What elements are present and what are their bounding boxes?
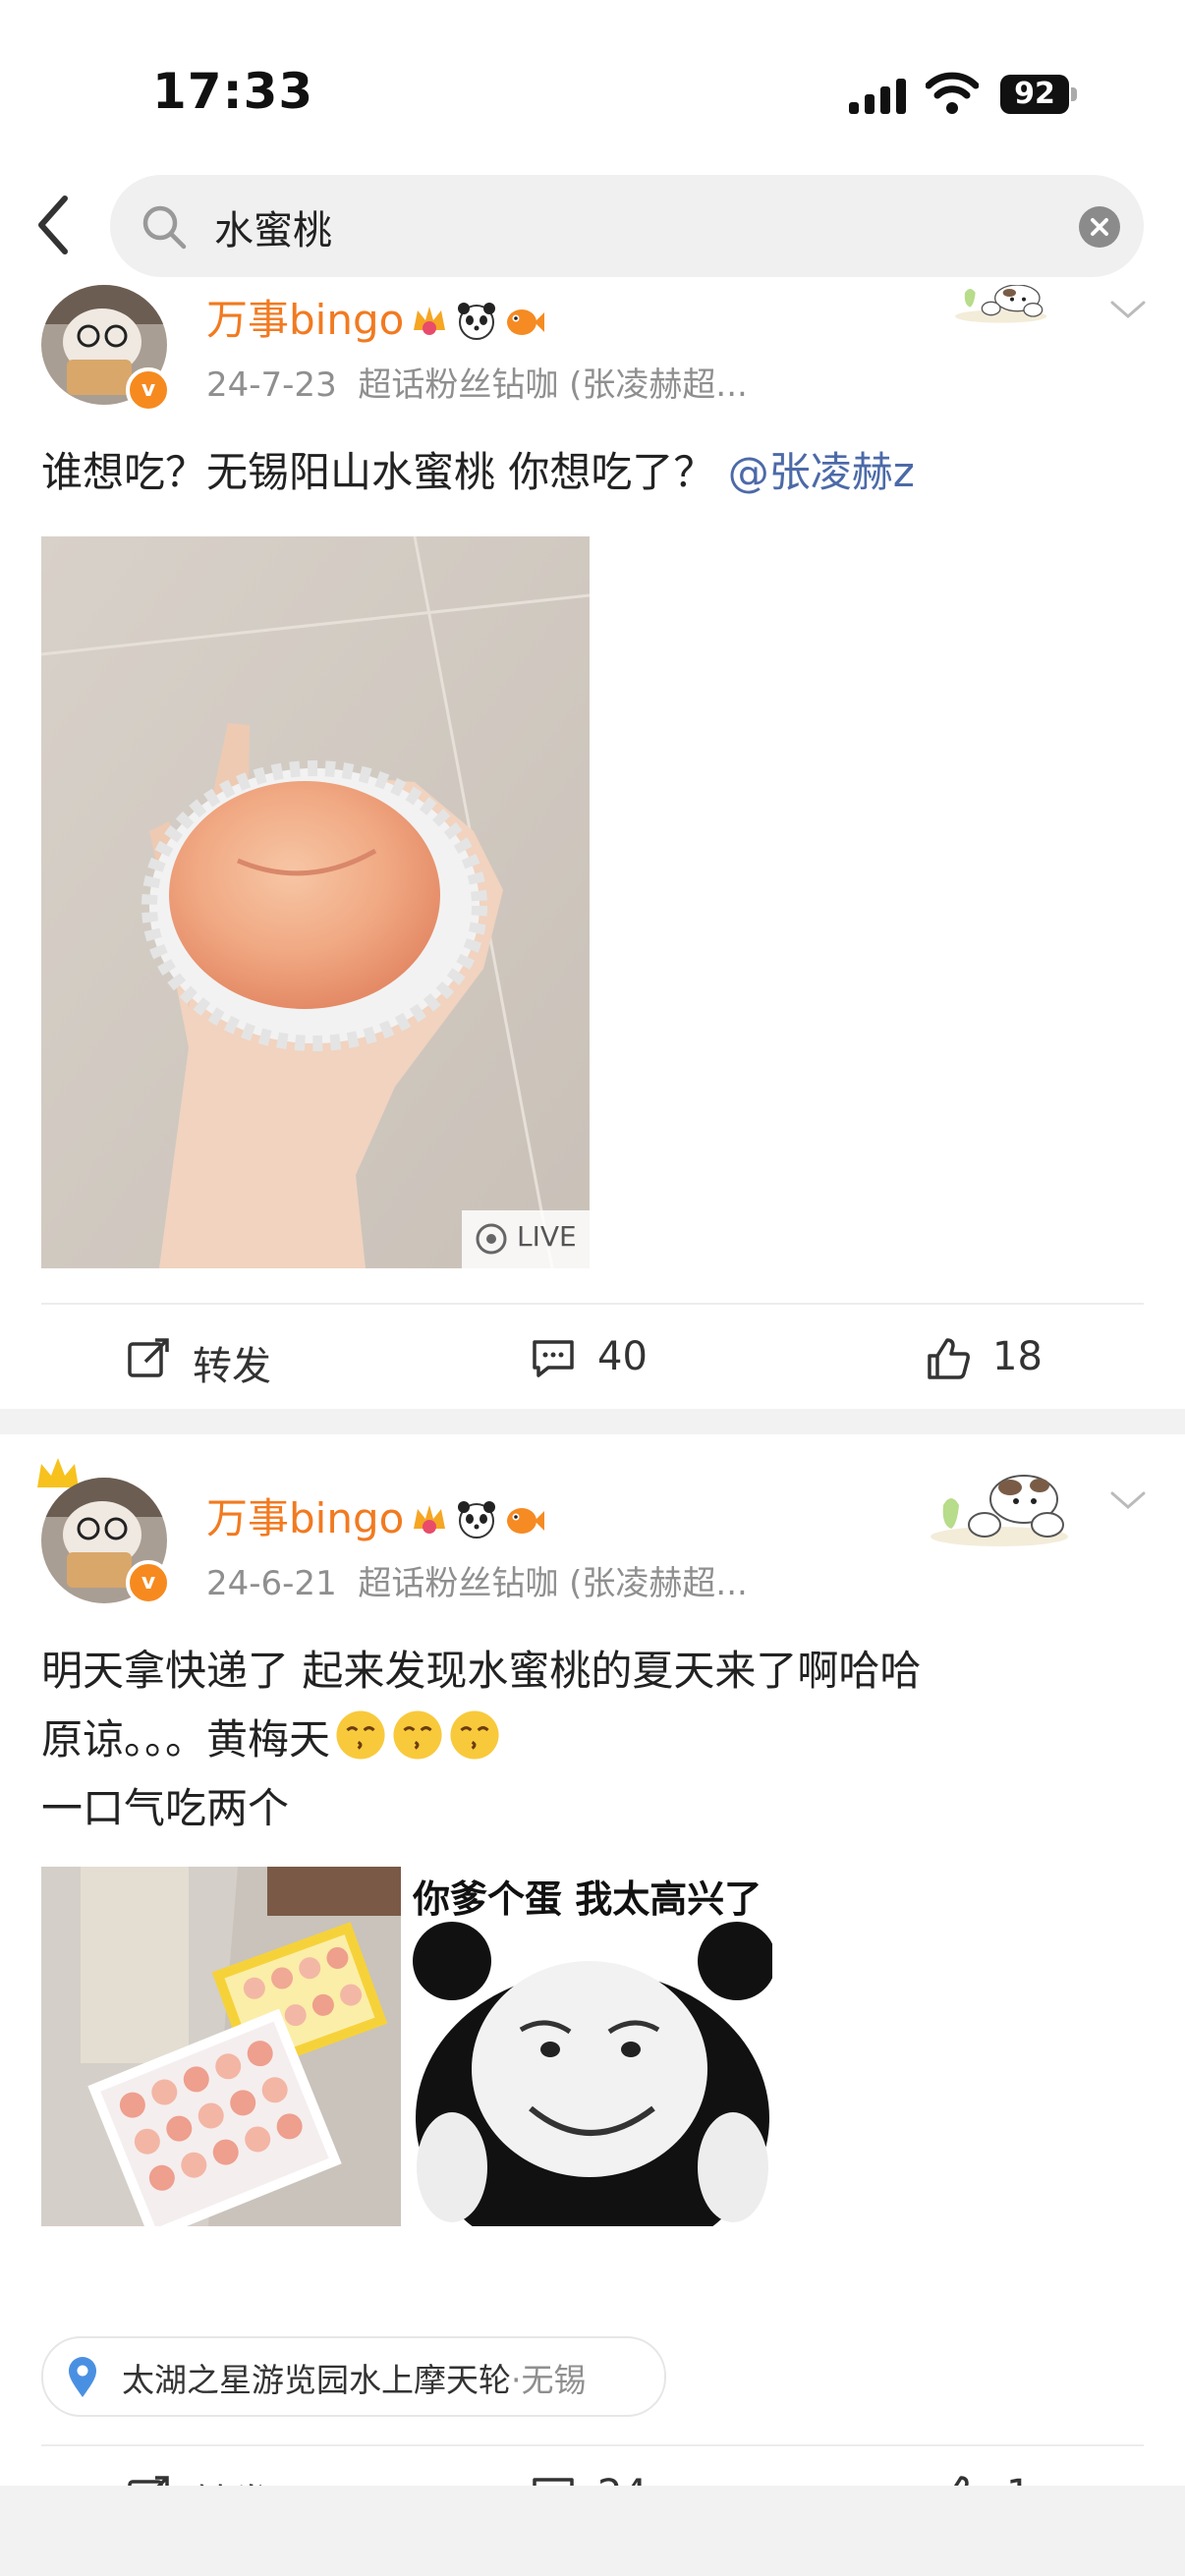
chevron-down-icon[interactable]	[1108, 1489, 1148, 1513]
username[interactable]: 万事bingo	[206, 287, 545, 347]
status-time: 17:33	[152, 63, 314, 120]
post-text-content: 原谅。。。黄梅天	[41, 1715, 331, 1764]
crown-badge-icon	[414, 307, 446, 335]
search-bar[interactable]	[110, 175, 1144, 277]
fish-badge-icon	[507, 1508, 545, 1534]
username-text[interactable]: 万事bingo	[206, 296, 404, 344]
username-text[interactable]: 万事bingo	[206, 1494, 404, 1542]
post-source[interactable]: 超话粉丝钻咖 (张凌赫超...	[358, 1564, 748, 1603]
post-meta: 24-6-21 超话粉丝钻咖 (张凌赫超...	[206, 1556, 748, 1604]
repost-label[interactable]: 转发	[193, 1334, 271, 1391]
weibo-post: v 万事bingo 24-7-23 超话粉丝钻咖 (张凌赫超... 谁想吃？无锡…	[0, 285, 1185, 1405]
verified-badge-icon: v	[126, 1560, 171, 1605]
panda-icon	[458, 303, 496, 340]
cow-sticker-icon	[955, 285, 1047, 323]
bottom-separator	[0, 2486, 1185, 2576]
post-text-line: 一口气吃两个	[41, 1784, 290, 1832]
post-date: 24-6-21	[206, 1564, 337, 1603]
post-image[interactable]	[41, 1867, 401, 2226]
thumbs-up-icon	[928, 1338, 970, 1379]
post-date: 24-7-23	[206, 365, 337, 405]
post-actions: 转发 40 18	[0, 1307, 1185, 1405]
battery-nub	[1071, 87, 1077, 101]
search-header	[0, 167, 1185, 285]
kiss-emoji-icon	[336, 1710, 385, 1760]
clear-search-icon[interactable]	[1079, 206, 1120, 248]
post-text-line: 原谅。。。黄梅天	[41, 1706, 1142, 1774]
like-count[interactable]: 18	[992, 1334, 1043, 1379]
post-text-content: 谁想吃？无锡阳山水蜜桃 你想吃了？	[41, 448, 715, 496]
post-image-meme[interactable]: 你爹个蛋 我太高兴了	[413, 1867, 772, 2226]
fish-badge-icon	[507, 309, 545, 335]
divider	[41, 1303, 1144, 1305]
location-text[interactable]: 太湖之星游览园水上摩天轮·无锡	[122, 2354, 587, 2401]
mention-link[interactable]: @张凌赫z	[728, 448, 915, 496]
status-bar: 17:33 92	[0, 0, 1185, 167]
kiss-emoji-icon	[450, 1710, 499, 1760]
cellular-signal-icon	[849, 79, 906, 114]
post-text: 谁想吃？无锡阳山水蜜桃 你想吃了？ @张凌赫z	[41, 438, 1142, 507]
repost-icon	[128, 1338, 169, 1377]
post-text: 明天拿快递了 起来发现水蜜桃的夏天来了啊哈哈 原谅。。。黄梅天 一口气吃两个	[41, 1637, 1142, 1843]
battery-indicator: 92	[1000, 75, 1077, 114]
weibo-post: v 万事bingo 24-6-21 超话粉丝钻咖 (张凌赫超... 明天拿快递了…	[0, 1434, 1185, 2527]
live-badge: LIVE	[517, 1220, 577, 1253]
battery-level: 92	[1014, 77, 1055, 111]
post-separator	[0, 1409, 1185, 1434]
username[interactable]: 万事bingo	[206, 1485, 545, 1545]
verified-badge-icon: v	[126, 367, 171, 413]
comment-count[interactable]: 40	[597, 1334, 648, 1379]
panda-icon	[458, 1501, 496, 1539]
meme-caption: 你爹个蛋 我太高兴了	[413, 1877, 762, 1921]
comment-icon	[533, 1340, 574, 1377]
location-city: ·无锡	[511, 2361, 587, 2399]
post-source[interactable]: 超话粉丝钻咖 (张凌赫超...	[358, 365, 748, 405]
location-chip[interactable]: 太湖之星游览园水上摩天轮·无锡	[41, 2336, 666, 2417]
post-meta: 24-7-23 超话粉丝钻咖 (张凌赫超...	[206, 358, 748, 406]
chevron-down-icon[interactable]	[1108, 299, 1148, 322]
location-name[interactable]: 太湖之星游览园水上摩天轮	[122, 2361, 511, 2399]
location-pin-icon	[69, 2357, 96, 2397]
wifi-icon	[926, 72, 979, 114]
post-image[interactable]: LIVE	[41, 536, 590, 1268]
post-text-line: 明天拿快递了 起来发现水蜜桃的夏天来了啊哈哈	[41, 1647, 922, 1695]
cow-sticker-icon	[931, 1475, 1068, 1546]
search-input[interactable]	[212, 196, 1002, 257]
search-icon	[142, 205, 187, 250]
kiss-emoji-icon	[393, 1710, 442, 1760]
crown-badge-icon	[414, 1505, 446, 1534]
back-arrow-icon[interactable]	[31, 191, 81, 259]
